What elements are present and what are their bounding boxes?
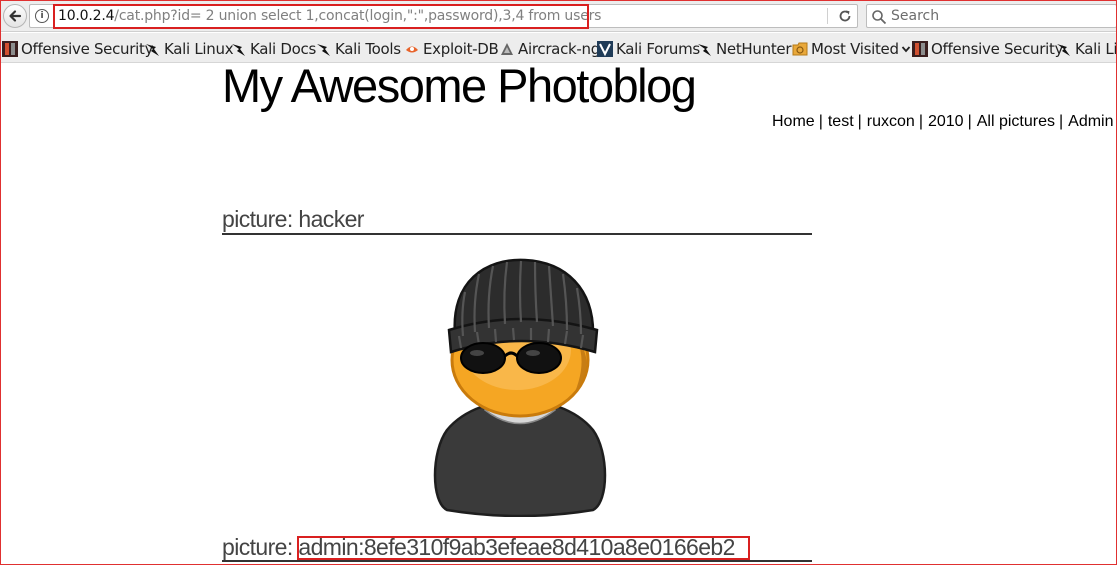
search-icon: [872, 10, 887, 25]
kali-dragon-icon: [146, 44, 159, 56]
bookmark-most-visited[interactable]: Most Visited: [792, 39, 911, 59]
picture-prefix: picture:: [222, 206, 293, 232]
most-visited-icon: [792, 42, 808, 56]
info-icon[interactable]: i: [35, 9, 49, 23]
search-bar[interactable]: Search: [866, 4, 1117, 28]
bookmark-kali-linux[interactable]: Kali Linux: [145, 39, 234, 59]
credentials-highlight-box: [297, 536, 750, 560]
kali-dragon-icon: [317, 44, 330, 56]
kali-dragon-icon: [232, 44, 245, 56]
picture-prefix: picture:: [222, 534, 293, 560]
bookmark-label: Offensive Security: [931, 40, 1064, 58]
picture-heading: picture: hacker: [222, 206, 364, 233]
nav-admin-link[interactable]: Admin: [1068, 113, 1113, 130]
reload-icon[interactable]: [836, 7, 854, 25]
bookmark-label: Offensive Security: [21, 40, 154, 58]
bookmark-kali-forums[interactable]: Kali Forums: [597, 39, 700, 59]
browser-toolbar: i 10.0.2.4/cat.php?id= 2 union select 1,…: [0, 0, 1117, 32]
offsec-icon: [912, 41, 928, 57]
chevron-down-icon: [901, 46, 910, 53]
kali-dragon-icon: [1057, 44, 1070, 56]
bookmark-kali-tools[interactable]: Kali Tools: [316, 39, 401, 59]
offsec-icon: [2, 41, 18, 57]
nav-separator: |: [818, 113, 823, 130]
bookmark-kali-docs[interactable]: Kali Docs: [231, 39, 316, 59]
site-nav: Home | test | ruxcon | 2010 | All pictures | Admin: [772, 113, 1114, 131]
bookmark-label: Kali Tools: [335, 40, 401, 58]
exploit-db-icon: [406, 46, 418, 53]
bookmark-kali-linux-2[interactable]: Kali Li: [1056, 39, 1117, 59]
picture-title: hacker: [298, 206, 364, 232]
bookmark-aircrack-ng[interactable]: Aircrack-ng: [499, 39, 600, 59]
bookmark-label: Aircrack-ng: [518, 40, 600, 58]
url-highlight-box: [53, 4, 589, 29]
bookmark-label: NetHunter: [716, 40, 792, 58]
back-arrow-icon: [9, 10, 22, 22]
heading-underline: [222, 233, 812, 235]
kali-forums-icon: [597, 41, 613, 57]
back-button[interactable]: [3, 4, 27, 28]
bookmark-label: Kali Linux: [164, 40, 234, 58]
heading-underline: [222, 560, 812, 562]
bookmark-label: Kali Forums: [616, 40, 700, 58]
nav-separator: |: [1058, 113, 1064, 130]
bookmark-label: Most Visited: [811, 40, 899, 58]
bookmark-nethunter[interactable]: NetHunter: [697, 39, 792, 59]
nav-all-pictures-link[interactable]: All pictures: [977, 113, 1055, 130]
bookmark-offensive-security-2[interactable]: Offensive Security: [912, 39, 1063, 59]
hacker-avatar-image[interactable]: [425, 252, 615, 517]
nav-separator: |: [967, 113, 972, 130]
url-separator: [827, 8, 828, 24]
aircrack-icon: [501, 43, 513, 55]
nav-home-link[interactable]: Home: [772, 113, 815, 130]
url-bar[interactable]: i 10.0.2.4/cat.php?id= 2 union select 1,…: [29, 4, 858, 29]
nav-separator: |: [918, 113, 923, 130]
search-placeholder: Search: [891, 8, 940, 24]
site-title: My Awesome Photoblog: [222, 59, 697, 112]
bookmark-label: Kali Docs: [250, 40, 316, 58]
bookmark-exploit-db[interactable]: Exploit-DB: [404, 39, 499, 59]
bookmark-offensive-security[interactable]: Offensive Security: [2, 39, 153, 59]
nav-test-link[interactable]: test: [828, 113, 854, 130]
nav-2010-link[interactable]: 2010: [928, 113, 964, 130]
bookmark-label: Exploit-DB: [423, 40, 499, 58]
kali-dragon-icon: [698, 44, 711, 56]
nav-separator: |: [857, 113, 862, 130]
nav-ruxcon-link[interactable]: ruxcon: [867, 113, 915, 130]
bookmark-label: Kali Li: [1075, 40, 1117, 58]
